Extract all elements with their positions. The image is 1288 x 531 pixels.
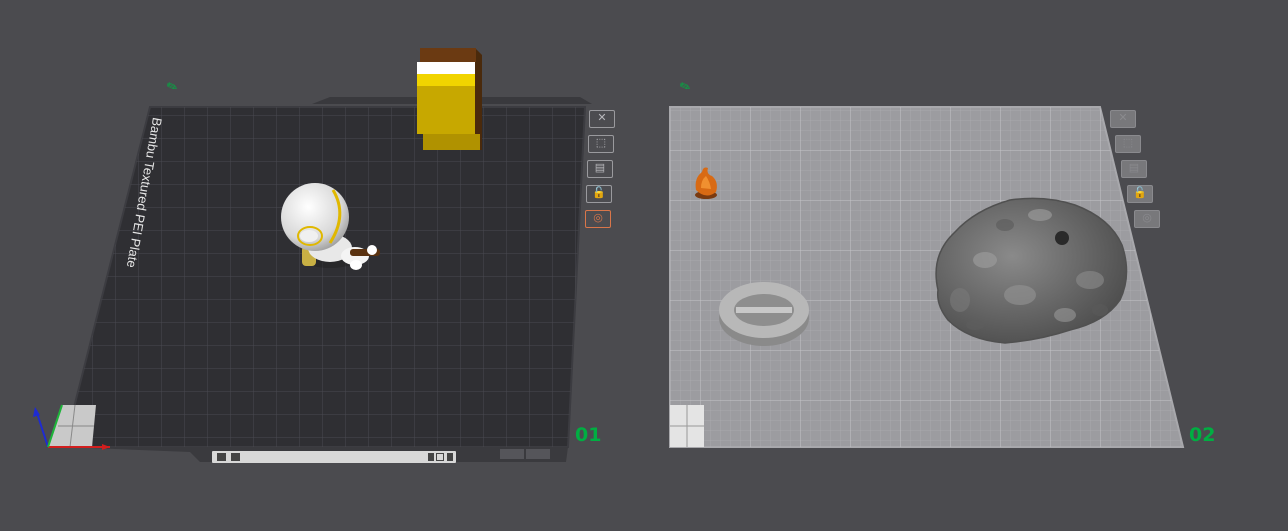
object-ring[interactable] bbox=[719, 282, 809, 346]
plate-01-lip-button-b bbox=[526, 449, 550, 459]
plate-02-close-icon[interactable]: ✕ bbox=[1110, 110, 1136, 128]
plate-02-lock-icon[interactable]: 🔓 bbox=[1127, 185, 1153, 203]
strip-layout-icon bbox=[230, 453, 240, 461]
plate-01-orient-icon[interactable]: ⬚ bbox=[588, 135, 614, 153]
plate-01-close-icon[interactable]: ✕ bbox=[589, 110, 615, 128]
strip-frame-icon bbox=[436, 453, 444, 461]
plate-01-arrange-icon[interactable]: ▤ bbox=[587, 160, 613, 178]
plate-02-orient-icon[interactable]: ⬚ bbox=[1115, 135, 1141, 153]
strip-trash-icon bbox=[428, 453, 434, 461]
plate-01[interactable] bbox=[48, 97, 592, 462]
plate-02-plate-settings-icon[interactable]: ◎ bbox=[1134, 210, 1160, 228]
object-block[interactable] bbox=[417, 48, 482, 150]
strip-bin-icon bbox=[447, 453, 453, 461]
plate-01-info-strip bbox=[212, 451, 456, 463]
scene-canvas[interactable] bbox=[0, 0, 1288, 531]
3d-viewport[interactable]: Bambu Textured PEI Plate ✎ ✎ ✕ ⬚ ▤ 🔓 ◎ ✕… bbox=[0, 0, 1288, 531]
plate-02-arrange-icon[interactable]: ▤ bbox=[1121, 160, 1147, 178]
plate-01-plate-settings-icon[interactable]: ◎ bbox=[585, 210, 611, 228]
plate-01-index-label: 01 bbox=[575, 424, 602, 446]
plate-01-lock-icon[interactable]: 🔓 bbox=[586, 185, 612, 203]
plate-01-lip-button-a bbox=[500, 449, 524, 459]
strip-grid-icon bbox=[217, 453, 226, 461]
plate-02-index-label: 02 bbox=[1189, 424, 1216, 446]
